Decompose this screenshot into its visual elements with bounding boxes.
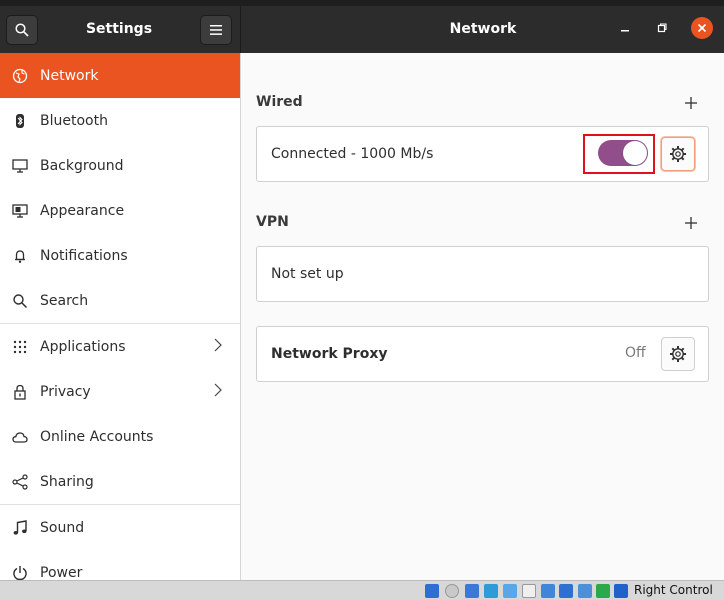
wired-connection-row: Connected - 1000 Mb/s — [256, 126, 709, 182]
sidebar-item-label: Applications — [40, 338, 126, 355]
header-bar: Settings Network — [0, 0, 724, 53]
sidebar-item-search[interactable]: Search — [0, 278, 240, 323]
sidebar-item-label: Online Accounts — [40, 428, 154, 445]
audio-icon[interactable] — [465, 584, 479, 598]
sidebar-item-label: Privacy — [40, 383, 91, 400]
sidebar-item-appearance[interactable]: Appearance — [0, 188, 240, 233]
optical-drive-icon[interactable] — [445, 584, 459, 598]
search-icon — [15, 23, 29, 37]
hamburger-menu-icon — [210, 25, 222, 35]
wired-settings-button[interactable] — [661, 137, 695, 171]
music-note-icon — [12, 519, 28, 536]
network-proxy-row[interactable]: Network Proxy Off — [256, 326, 709, 382]
network-proxy-label: Network Proxy — [271, 346, 388, 362]
appearance-icon — [12, 203, 28, 219]
primary-menu-button[interactable] — [200, 15, 232, 45]
vpn-section-title: VPN — [256, 214, 289, 230]
bluetooth-icon — [12, 113, 28, 129]
gear-icon — [670, 146, 686, 162]
sidebar-item-sound[interactable]: Sound — [0, 505, 240, 550]
sidebar-item-power[interactable]: Power — [0, 550, 240, 580]
maximize-button[interactable] — [651, 17, 673, 39]
sidebar-item-notifications[interactable]: Notifications — [0, 233, 240, 278]
sidebar-item-label: Sound — [40, 519, 85, 536]
toggle-knob — [623, 141, 647, 165]
apps-grid-icon — [12, 339, 28, 355]
host-key-label: Right Control — [634, 583, 713, 597]
sidebar-item-online-accounts[interactable]: Online Accounts — [0, 414, 240, 459]
bell-icon — [12, 248, 28, 264]
minimize-icon — [621, 30, 629, 32]
sidebar-item-network[interactable]: Network — [0, 53, 240, 98]
video-capture-icon[interactable] — [559, 584, 573, 598]
restore-icon — [657, 23, 667, 33]
power-icon — [12, 565, 28, 581]
network-panel: Wired Connected - 1000 Mb/s VPN Not set … — [241, 53, 724, 580]
sidebar-item-background[interactable]: Background — [0, 143, 240, 188]
sidebar-item-label: Sharing — [40, 473, 94, 490]
hard-disk-icon[interactable] — [425, 584, 439, 598]
sidebar-item-applications[interactable]: Applications — [0, 324, 240, 369]
vpn-row: Not set up — [256, 246, 709, 302]
sidebar-item-sharing[interactable]: Sharing — [0, 459, 240, 504]
share-icon — [12, 473, 28, 490]
arrow-down-icon[interactable] — [614, 584, 628, 598]
background-icon — [12, 158, 28, 174]
sidebar-item-privacy[interactable]: Privacy — [0, 369, 240, 414]
network-adapter-icon[interactable] — [484, 584, 498, 598]
search-icon — [12, 293, 28, 309]
add-vpn-button[interactable] — [684, 216, 698, 230]
capture-icon[interactable] — [578, 584, 592, 598]
sidebar-item-label: Notifications — [40, 247, 128, 264]
display-icon[interactable] — [541, 584, 555, 598]
close-icon — [697, 23, 707, 33]
network-proxy-status: Off — [625, 345, 646, 361]
search-button[interactable] — [6, 15, 38, 45]
chevron-right-icon — [214, 383, 222, 397]
sidebar-item-label: Network — [40, 67, 99, 84]
add-wired-connection-button[interactable] — [684, 96, 698, 110]
lock-icon — [12, 384, 28, 400]
shared-folder-icon[interactable] — [522, 584, 536, 598]
wired-section-title: Wired — [256, 94, 303, 110]
network-proxy-settings-button[interactable] — [661, 337, 695, 371]
settings-title: Settings — [85, 21, 153, 37]
vpn-status-label: Not set up — [271, 266, 344, 282]
vm-status-bar: Right Control — [0, 580, 724, 600]
sidebar-item-label: Bluetooth — [40, 112, 108, 129]
gear-icon — [670, 346, 686, 362]
sidebar-item-label: Appearance — [40, 202, 125, 219]
wired-toggle-switch[interactable] — [598, 140, 648, 166]
minimize-button[interactable] — [614, 17, 636, 39]
usb-icon[interactable] — [503, 584, 517, 598]
chevron-right-icon — [214, 338, 222, 352]
sidebar-item-label: Background — [40, 157, 124, 174]
close-button[interactable] — [691, 17, 713, 39]
network-icon — [12, 68, 28, 84]
top-strip — [0, 0, 724, 6]
sidebar: Network Bluetooth Background Appearance … — [0, 53, 240, 580]
sidebar-item-label: Search — [40, 292, 89, 309]
wired-connection-label: Connected - 1000 Mb/s — [271, 146, 434, 162]
vt-icon[interactable] — [596, 584, 610, 598]
cloud-icon — [12, 429, 28, 445]
sidebar-item-bluetooth[interactable]: Bluetooth — [0, 98, 240, 143]
sidebar-item-label: Power — [40, 564, 83, 581]
